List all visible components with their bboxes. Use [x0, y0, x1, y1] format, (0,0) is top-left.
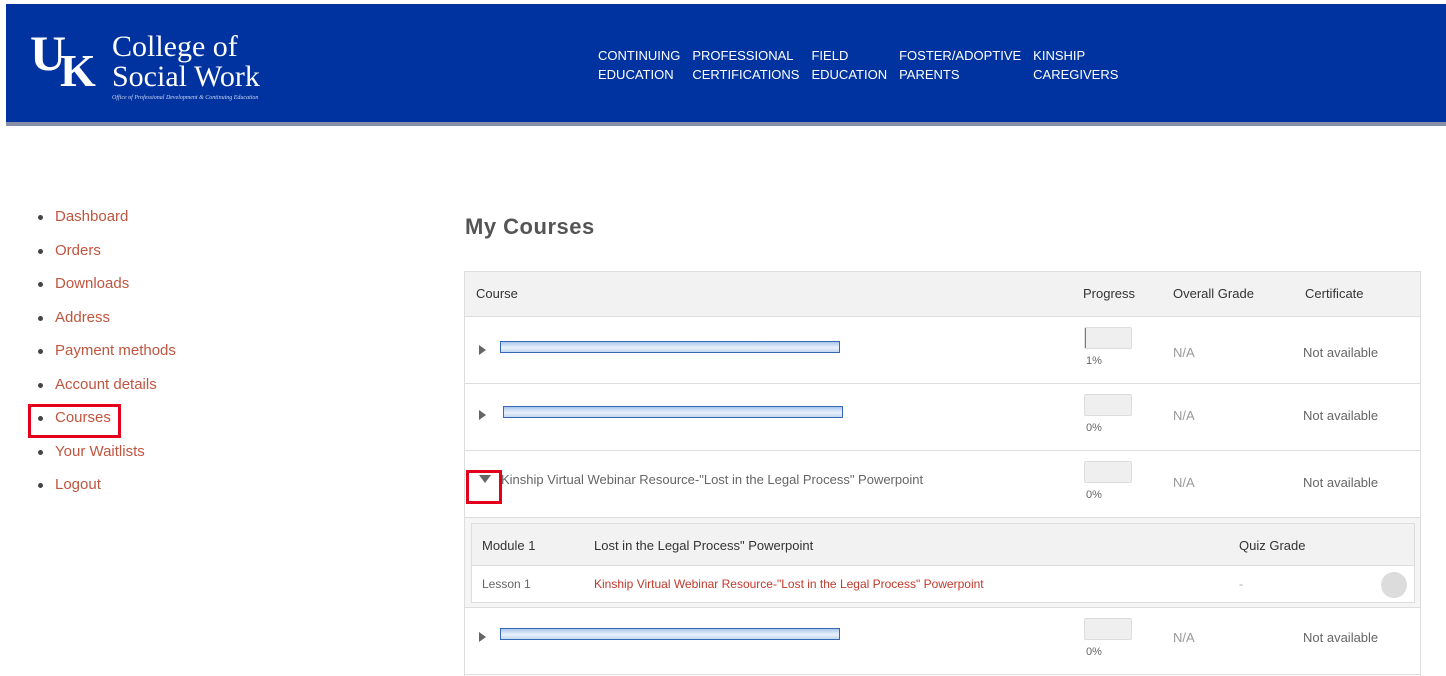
top-navigation: CONTINUING EDUCATION PROFESSIONAL CERTIF… [598, 46, 1130, 84]
arrow-highlight-box [466, 470, 502, 504]
expand-arrow-icon[interactable] [479, 410, 486, 420]
progress-bar [1084, 618, 1132, 640]
progress-bar [1084, 461, 1132, 483]
lesson-quiz-grade: - [1239, 577, 1243, 591]
module-table: Module 1 Lost in the Legal Process" Powe… [471, 523, 1415, 603]
lesson-title-link[interactable]: Kinship Virtual Webinar Resource-"Lost i… [594, 577, 984, 591]
sidebar-item-logout[interactable]: Logout [38, 474, 176, 508]
logo-subtitle: Office of Professional Development & Con… [112, 95, 259, 101]
logo-letter-k: K [60, 45, 96, 96]
quiz-grade-header: Quiz Grade [1239, 538, 1306, 553]
redacted-course-name [500, 341, 840, 353]
account-menu: Dashboard Orders Downloads Address Payme… [38, 206, 176, 508]
table-header: Course Progress Overall Grade Certificat… [465, 272, 1420, 317]
expand-arrow-icon[interactable] [479, 632, 486, 642]
sidebar-item-payment-methods[interactable]: Payment methods [38, 340, 176, 374]
nav-label-line1: CONTINUING [598, 48, 681, 63]
nav-label-line2: PARENTS [899, 67, 960, 82]
course-row: 0% N/A Not available [465, 384, 1420, 451]
nav-label-line2: CAREGIVERS [1033, 67, 1119, 82]
courses-table: Course Progress Overall Grade Certificat… [464, 271, 1421, 676]
module-label: Module 1 [482, 538, 536, 553]
sidebar-item-orders[interactable]: Orders [38, 240, 176, 274]
overall-grade: N/A [1173, 408, 1195, 423]
nav-professional-certifications[interactable]: PROFESSIONAL CERTIFICATIONS [692, 46, 799, 84]
course-module-panel: Module 1 Lost in the Legal Process" Powe… [465, 518, 1420, 608]
redacted-course-name [503, 406, 843, 418]
uk-logo-mark: U K [30, 28, 100, 96]
progress-percent: 1% [1086, 355, 1102, 367]
sidebar-item-account-details[interactable]: Account details [38, 374, 176, 408]
site-header: U K College of Social Work Office of Pro… [6, 4, 1446, 126]
nav-label-line2: EDUCATION [598, 67, 674, 82]
nav-continuing-education[interactable]: CONTINUING EDUCATION [598, 46, 680, 84]
nav-label-line1: FOSTER/ADOPTIVE [899, 48, 1022, 63]
nav-label-line2: EDUCATION [811, 67, 888, 82]
nav-label-line1: FIELD [811, 48, 849, 63]
sidebar-item-your-waitlists[interactable]: Your Waitlists [38, 441, 176, 475]
site-logo[interactable]: U K College of Social Work Office of Pro… [30, 28, 260, 102]
certificate-status: Not available [1303, 345, 1379, 360]
nav-foster-adoptive-parents[interactable]: FOSTER/ADOPTIVE PARENTS [899, 46, 1021, 84]
column-header-certificate: Certificate [1305, 286, 1364, 301]
course-row-expanded: Kinship Virtual Webinar Resource-"Lost i… [465, 451, 1420, 518]
overall-grade: N/A [1173, 630, 1195, 645]
sidebar-item-downloads[interactable]: Downloads [38, 273, 176, 307]
nav-label-line1: KINSHIP [1033, 48, 1086, 63]
lesson-row: Lesson 1 Kinship Virtual Webinar Resourc… [472, 566, 1414, 604]
overall-grade: N/A [1173, 345, 1195, 360]
logo-title-line1: College of [112, 30, 238, 63]
module-header: Module 1 Lost in the Legal Process" Powe… [472, 524, 1414, 566]
column-header-course: Course [476, 286, 518, 301]
redacted-course-name [500, 628, 840, 640]
logo-text: College of Social Work Office of Profess… [112, 30, 260, 102]
progress-percent: 0% [1086, 489, 1102, 501]
sidebar-item-dashboard[interactable]: Dashboard [38, 206, 176, 240]
expand-arrow-icon[interactable] [479, 345, 486, 355]
sidebar-item-address[interactable]: Address [38, 307, 176, 341]
course-title-link[interactable]: Kinship Virtual Webinar Resource-"Lost i… [501, 472, 923, 487]
overall-grade: N/A [1173, 475, 1195, 490]
progress-bar-fill [1085, 328, 1086, 348]
certificate-status: Not available [1303, 408, 1379, 423]
nav-label-line1: PROFESSIONAL [692, 48, 794, 63]
nav-kinship-caregivers[interactable]: KINSHIP CAREGIVERS [1033, 46, 1118, 84]
column-header-progress: Progress [1083, 286, 1136, 301]
account-sidebar: Dashboard Orders Downloads Address Payme… [28, 206, 176, 508]
progress-percent: 0% [1086, 646, 1102, 658]
progress-percent: 0% [1086, 422, 1102, 434]
certificate-status: Not available [1303, 630, 1379, 645]
course-row: 0% N/A Not available [465, 608, 1420, 675]
lesson-status-circle [1381, 572, 1407, 598]
logo-title-line2: Social Work [112, 60, 260, 93]
sidebar-item-courses[interactable]: Courses [38, 407, 176, 441]
certificate-status: Not available [1303, 475, 1379, 490]
column-header-overall-grade: Overall Grade [1173, 286, 1254, 301]
nav-label-line2: CERTIFICATIONS [692, 67, 800, 82]
page-title: My Courses [465, 214, 595, 239]
module-title: Lost in the Legal Process" Powerpoint [594, 538, 814, 553]
progress-bar [1084, 394, 1132, 416]
progress-bar [1084, 327, 1132, 349]
nav-field-education[interactable]: FIELD EDUCATION [811, 46, 887, 84]
lesson-label: Lesson 1 [482, 577, 531, 591]
course-row: 1% N/A Not available [465, 317, 1420, 384]
